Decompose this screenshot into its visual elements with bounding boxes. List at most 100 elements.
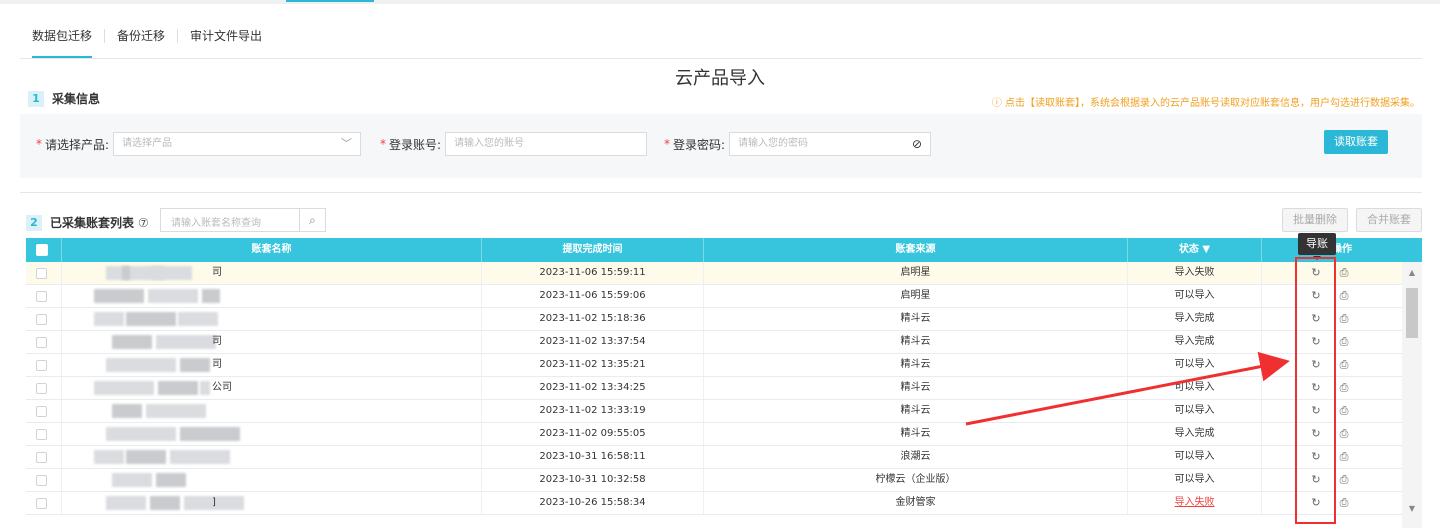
row-checkbox-cell <box>26 354 62 376</box>
table-row[interactable]: 司 2023-11-02 13:37:54 精斗云 导入完成 ↻ ⎙ <box>26 331 1402 354</box>
batch-delete-button[interactable]: 批量删除 <box>1282 208 1348 232</box>
redacted-text <box>156 335 216 349</box>
export-icon[interactable]: ⎙ <box>1334 285 1354 307</box>
cell-source: 精斗云 <box>704 377 1128 399</box>
row-checkbox[interactable] <box>36 498 47 509</box>
export-icon[interactable]: ⎙ <box>1334 354 1354 376</box>
cell-status: 可以导入 <box>1128 400 1262 422</box>
row-checkbox[interactable] <box>36 475 47 486</box>
cell-time: 2023-11-02 13:37:54 <box>482 331 704 353</box>
scroll-thumb[interactable] <box>1406 288 1418 338</box>
cell-name: 司 <box>62 354 482 376</box>
required-mark: * <box>36 137 42 151</box>
table-row[interactable]: 2023-11-02 15:18:36 精斗云 导入完成 ↻ ⎙ <box>26 308 1402 331</box>
step2-label: 已采集账套列表 <box>50 216 135 230</box>
collect-form: * 请选择产品: 请选择产品 ﹀ * 登录账号: 请输入您的账号 * 登录密码:… <box>20 114 1422 178</box>
table-scrollbar[interactable]: ▲ ▼ <box>1402 262 1422 528</box>
row-checkbox-cell <box>26 308 62 330</box>
row-checkbox[interactable] <box>36 406 47 417</box>
step2-number: 2 <box>26 214 42 231</box>
table-row[interactable]: 公司 2023-11-02 13:34:25 精斗云 可以导入 ↻ ⎙ <box>26 377 1402 400</box>
cell-name <box>62 308 482 330</box>
merge-accounts-button[interactable]: 合并账套 <box>1356 208 1422 232</box>
status-text: 可以导入 <box>1174 359 1215 370</box>
row-checkbox[interactable] <box>36 314 47 325</box>
status-text: 导入失败 <box>1174 267 1215 278</box>
cell-status[interactable]: 导入失败 <box>1128 492 1262 514</box>
redacted-text <box>94 381 154 395</box>
redacted-text <box>94 450 124 464</box>
help-icon[interactable]: ⑦ <box>138 216 149 230</box>
row-checkbox[interactable] <box>36 337 47 348</box>
tab-data-package-migration[interactable]: 数据包迁移 <box>20 22 104 58</box>
export-icon[interactable]: ⎙ <box>1334 469 1354 491</box>
search-icon[interactable]: ⌕ <box>299 209 325 231</box>
row-checkbox[interactable] <box>36 291 47 302</box>
scroll-down-icon[interactable]: ▼ <box>1402 504 1422 513</box>
table-row[interactable]: 2023-11-02 13:33:19 精斗云 可以导入 ↻ ⎙ <box>26 400 1402 423</box>
table-row[interactable]: 2023-10-31 16:58:11 浪潮云 可以导入 ↻ ⎙ <box>26 446 1402 469</box>
table-row[interactable]: 司 2023-11-02 13:35:21 精斗云 可以导入 ↻ ⎙ <box>26 354 1402 377</box>
required-mark: * <box>380 137 386 151</box>
row-checkbox-cell <box>26 492 62 514</box>
tab-audit-export[interactable]: 审计文件导出 <box>178 22 274 50</box>
export-icon[interactable]: ⎙ <box>1334 423 1354 445</box>
product-field: * 请选择产品: 请选择产品 ﹀ <box>36 132 362 156</box>
table-row[interactable]: 2023-10-31 10:32:58 柠檬云（企业版） 可以导入 ↻ ⎙ <box>26 469 1402 492</box>
col-actions: 操作 <box>1332 244 1352 255</box>
cell-source: 精斗云 <box>704 331 1128 353</box>
cell-status: 可以导入 <box>1128 469 1262 491</box>
table-row[interactable]: 司 2023-11-06 15:59:11 启明星 导入失败 ↻ ⎙ <box>26 262 1402 285</box>
redacted-text <box>126 450 166 464</box>
cell-name <box>62 423 482 445</box>
password-placeholder: 请输入您的密码 <box>738 138 809 149</box>
tab-backup-migration[interactable]: 备份迁移 <box>105 22 177 50</box>
row-checkbox[interactable] <box>36 429 47 440</box>
status-text[interactable]: 导入失败 <box>1175 497 1215 508</box>
row-checkbox[interactable] <box>36 360 47 371</box>
password-field: * 登录密码: 请输入您的密码 ⊘ <box>664 132 932 156</box>
status-text: 可以导入 <box>1174 382 1215 393</box>
name-fragment: ] <box>212 497 216 508</box>
cell-name: ] <box>62 492 482 514</box>
filter-icon[interactable]: ▼ <box>1202 244 1210 255</box>
redacted-text <box>150 496 180 510</box>
export-icon[interactable]: ⎙ <box>1334 492 1354 514</box>
export-icon[interactable]: ⎙ <box>1334 308 1354 330</box>
row-checkbox[interactable] <box>36 383 47 394</box>
account-search[interactable]: 请输入账套名称查询 ⌕ <box>160 208 326 232</box>
cell-time: 2023-11-02 15:18:36 <box>482 308 704 330</box>
chevron-down-icon: ﹀ <box>341 137 353 150</box>
cell-name <box>62 285 482 307</box>
table-row[interactable]: 2023-11-02 09:55:05 精斗云 导入完成 ↻ ⎙ <box>26 423 1402 446</box>
step2-header: 2 已采集账套列表 ⑦ <box>26 214 149 231</box>
export-icon[interactable]: ⎙ <box>1334 446 1354 468</box>
status-text: 可以导入 <box>1174 405 1215 416</box>
export-icon[interactable]: ⎙ <box>1334 262 1354 284</box>
table-row[interactable]: 2023-11-06 15:59:06 启明星 可以导入 ↻ ⎙ <box>26 285 1402 308</box>
cell-time: 2023-11-02 13:35:21 <box>482 354 704 376</box>
name-fragment: 司 <box>212 359 222 370</box>
export-icon[interactable]: ⎙ <box>1334 331 1354 353</box>
scroll-up-icon[interactable]: ▲ <box>1402 268 1422 277</box>
cell-source: 金财管家 <box>704 492 1128 514</box>
redacted-text <box>112 335 152 349</box>
product-select[interactable]: 请选择产品 ﹀ <box>113 132 362 156</box>
cell-status: 可以导入 <box>1128 446 1262 468</box>
row-checkbox[interactable] <box>36 268 47 279</box>
account-input[interactable]: 请输入您的账号 <box>445 132 648 156</box>
table-row[interactable]: ] 2023-10-26 15:58:34 金财管家 导入失败 ↻ ⎙ <box>26 492 1402 515</box>
cell-time: 2023-10-31 10:32:58 <box>482 469 704 491</box>
export-icon[interactable]: ⎙ <box>1334 377 1354 399</box>
password-input[interactable]: 请输入您的密码 ⊘ <box>729 132 932 156</box>
row-checkbox-cell <box>26 377 62 399</box>
table-header: 账套名称 提取完成时间 账套来源 状态 ▼ 操作 <box>26 238 1422 262</box>
row-checkbox[interactable] <box>36 452 47 463</box>
import-tooltip: 导账 <box>1298 233 1336 260</box>
name-fragment: 公司 <box>212 382 232 393</box>
export-icon[interactable]: ⎙ <box>1334 400 1354 422</box>
read-accounts-button[interactable]: 读取账套 <box>1324 130 1388 154</box>
col-status[interactable]: 状态 ▼ <box>1128 238 1262 262</box>
eye-off-icon[interactable]: ⊘ <box>912 133 922 155</box>
select-all-checkbox[interactable] <box>36 244 48 256</box>
